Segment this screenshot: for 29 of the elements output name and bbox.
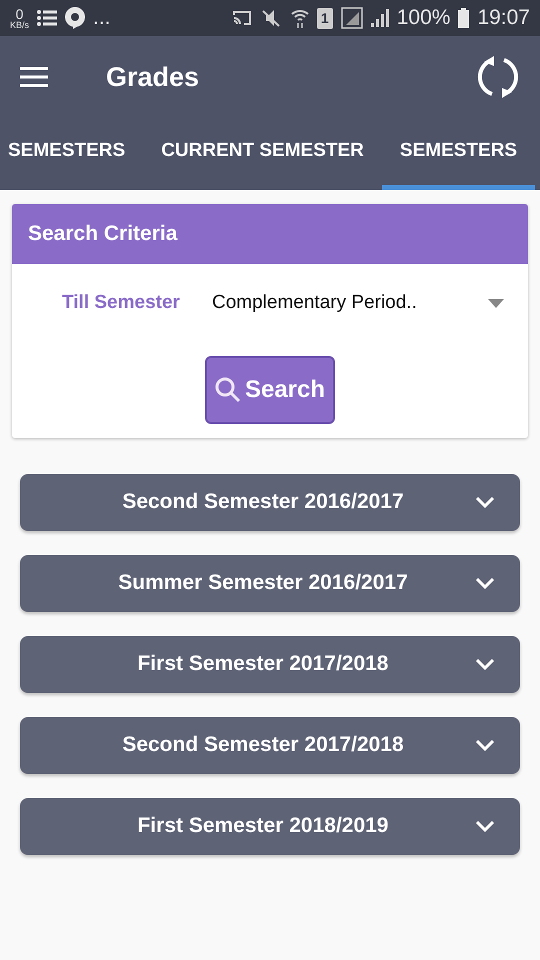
- screen-title: Grades: [106, 60, 200, 94]
- clock: 19:07: [477, 5, 530, 32]
- wifi-icon: [290, 8, 309, 28]
- tab[interactable]: SEMESTERS: [382, 118, 536, 190]
- semester-accordion[interactable]: First Semester 2018/2019: [20, 798, 520, 854]
- signal-icon: [370, 9, 389, 27]
- cast-icon: [232, 11, 251, 25]
- sim-indicator: 1: [316, 8, 333, 28]
- network-speed: 0: [14, 6, 24, 20]
- panel-header: Search Criteria: [12, 204, 528, 264]
- signal-icon: [340, 7, 363, 29]
- semester-accordion[interactable]: First Semester 2017/2018: [20, 636, 520, 692]
- field-label: Till Semester: [62, 291, 181, 316]
- dropdown-arrow-icon: [488, 299, 504, 308]
- semester-accordion[interactable]: Second Semester 2016/2017: [20, 474, 520, 530]
- search-button[interactable]: Search: [204, 356, 336, 424]
- tab[interactable]: SEMESTERS: [0, 118, 144, 190]
- menu-icon[interactable]: [20, 67, 48, 87]
- semester-accordion[interactable]: Second Semester 2017/2018: [20, 716, 520, 774]
- semester-dropdown[interactable]: Complementary Period..: [212, 289, 512, 318]
- battery-icon: [458, 8, 470, 28]
- battery-percentage: 100%: [396, 5, 450, 32]
- more-notifications: ...: [93, 5, 111, 32]
- tab[interactable]: CURRENT SEMESTER: [143, 118, 382, 190]
- semester-accordion[interactable]: Summer Semester 2016/2017: [20, 554, 520, 612]
- chat-bubble-icon: [65, 7, 86, 29]
- search-icon: [214, 376, 241, 402]
- speed-unit: KB/s: [10, 20, 30, 30]
- list-icon: [37, 10, 58, 26]
